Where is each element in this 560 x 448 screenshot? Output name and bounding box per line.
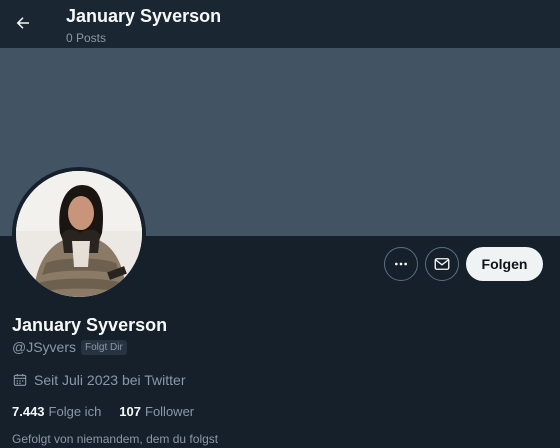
top-bar: January Syverson 0 Posts — [0, 0, 560, 48]
arrow-left-icon — [16, 17, 29, 29]
envelope-icon — [434, 258, 450, 270]
following-count: 7.443 — [12, 404, 45, 419]
followers-link[interactable]: 107 Follower — [119, 404, 194, 419]
posts-count: 0 Posts — [66, 31, 107, 45]
more-button[interactable] — [384, 247, 418, 281]
followers-label: Follower — [145, 404, 195, 419]
profile-actions: Folgen — [0, 247, 560, 281]
joined-row: Seit Juli 2023 bei Twitter — [12, 372, 186, 388]
calendar-icon — [13, 374, 27, 386]
profile-name: January Syverson — [12, 315, 168, 335]
more-icon — [395, 262, 407, 266]
followed-by-text: Gefolgt von niemandem, dem du folgst — [12, 432, 219, 446]
profile-handle: @JSyvers — [12, 339, 76, 355]
joined-date: Seit Juli 2023 bei Twitter — [34, 372, 186, 388]
message-button[interactable] — [425, 247, 459, 281]
following-link[interactable]: 7.443 Folge ich — [12, 404, 101, 419]
follows-you-badge: Folgt Dir — [81, 339, 127, 355]
handle-row: @JSyvers Folgt Dir — [12, 339, 127, 355]
followers-count: 107 — [119, 404, 141, 419]
following-label: Folge ich — [48, 404, 102, 419]
follow-button[interactable]: Folgen — [466, 247, 543, 281]
stats-row: 7.443 Folge ich 107 Follower — [12, 404, 194, 419]
back-button[interactable] — [8, 8, 38, 38]
page-title: January Syverson — [66, 6, 222, 26]
